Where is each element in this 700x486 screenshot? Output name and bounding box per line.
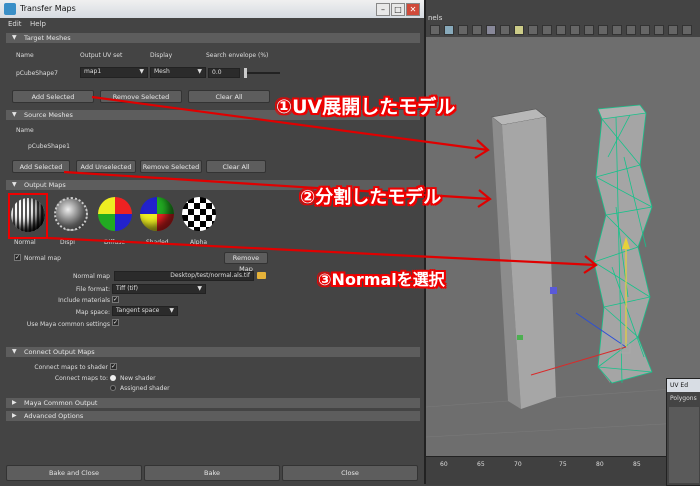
annotation-2: ②分割したモデル [300, 187, 442, 208]
annotation-1: ①UV展開したモデル [276, 96, 456, 118]
annotation-3: ③Normalを選択 [318, 270, 445, 289]
arrow-3 [47, 236, 597, 267]
annotation-arrows [47, 95, 598, 274]
